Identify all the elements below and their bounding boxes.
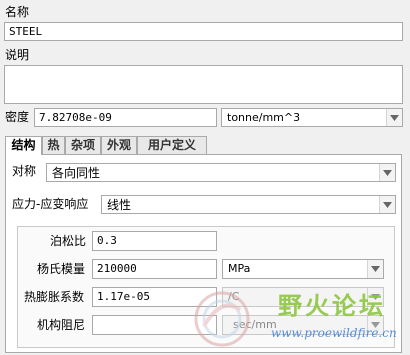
damping-field[interactable] (92, 315, 217, 335)
thermal-expansion-unit-select[interactable]: /C (222, 287, 384, 307)
tab-structural[interactable]: 结构 (5, 136, 42, 155)
density-unit-value: tonne/mm^3 (227, 111, 301, 124)
description-label: 说明 (5, 48, 30, 62)
description-field[interactable] (4, 65, 403, 104)
chevron-down-icon[interactable] (367, 260, 383, 278)
youngs-unit-value: MPa (228, 262, 251, 275)
youngs-unit-select[interactable]: MPa (222, 259, 384, 279)
tab-user-defined[interactable]: 用户定义 (137, 136, 207, 154)
thermal-expansion-unit-value: /C (228, 290, 240, 303)
tab-misc[interactable]: 杂项 (65, 136, 101, 154)
youngs-field[interactable]: 210000 (92, 259, 217, 279)
symmetry-value: 各向同性 (52, 166, 101, 180)
chevron-down-icon[interactable] (367, 288, 383, 306)
stress-strain-label: 应力-应变响应 (12, 197, 89, 211)
damping-unit-value: sec/mm (233, 318, 277, 331)
youngs-label: 杨氏模量 (37, 262, 86, 276)
poisson-field[interactable]: 0.3 (92, 231, 217, 251)
chevron-down-icon[interactable] (367, 316, 383, 334)
stress-strain-select[interactable]: 线性 (101, 195, 396, 214)
name-field[interactable]: STEEL (4, 22, 403, 41)
thermal-expansion-label: 热膨胀系数 (24, 290, 85, 304)
chevron-down-icon[interactable] (386, 109, 402, 126)
stress-strain-value: 线性 (107, 198, 132, 212)
tab-appearance[interactable]: 外观 (101, 136, 137, 154)
name-label: 名称 (5, 5, 30, 19)
damping-label: 机构阻尼 (37, 318, 86, 332)
density-label: 密度 (5, 110, 30, 124)
symmetry-select[interactable]: 各向同性 (46, 163, 396, 182)
chevron-down-icon[interactable] (379, 196, 395, 213)
density-field[interactable]: 7.82708e-09 (34, 108, 217, 127)
symmetry-label: 对称 (12, 164, 37, 178)
poisson-label: 泊松比 (50, 234, 87, 248)
density-unit-select[interactable]: tonne/mm^3 (221, 108, 403, 127)
tab-thermal[interactable]: 热 (42, 136, 65, 154)
thermal-expansion-field[interactable]: 1.17e-05 (92, 287, 217, 307)
chevron-down-icon[interactable] (379, 164, 395, 181)
damping-unit-select[interactable]: sec/mm (222, 315, 384, 335)
